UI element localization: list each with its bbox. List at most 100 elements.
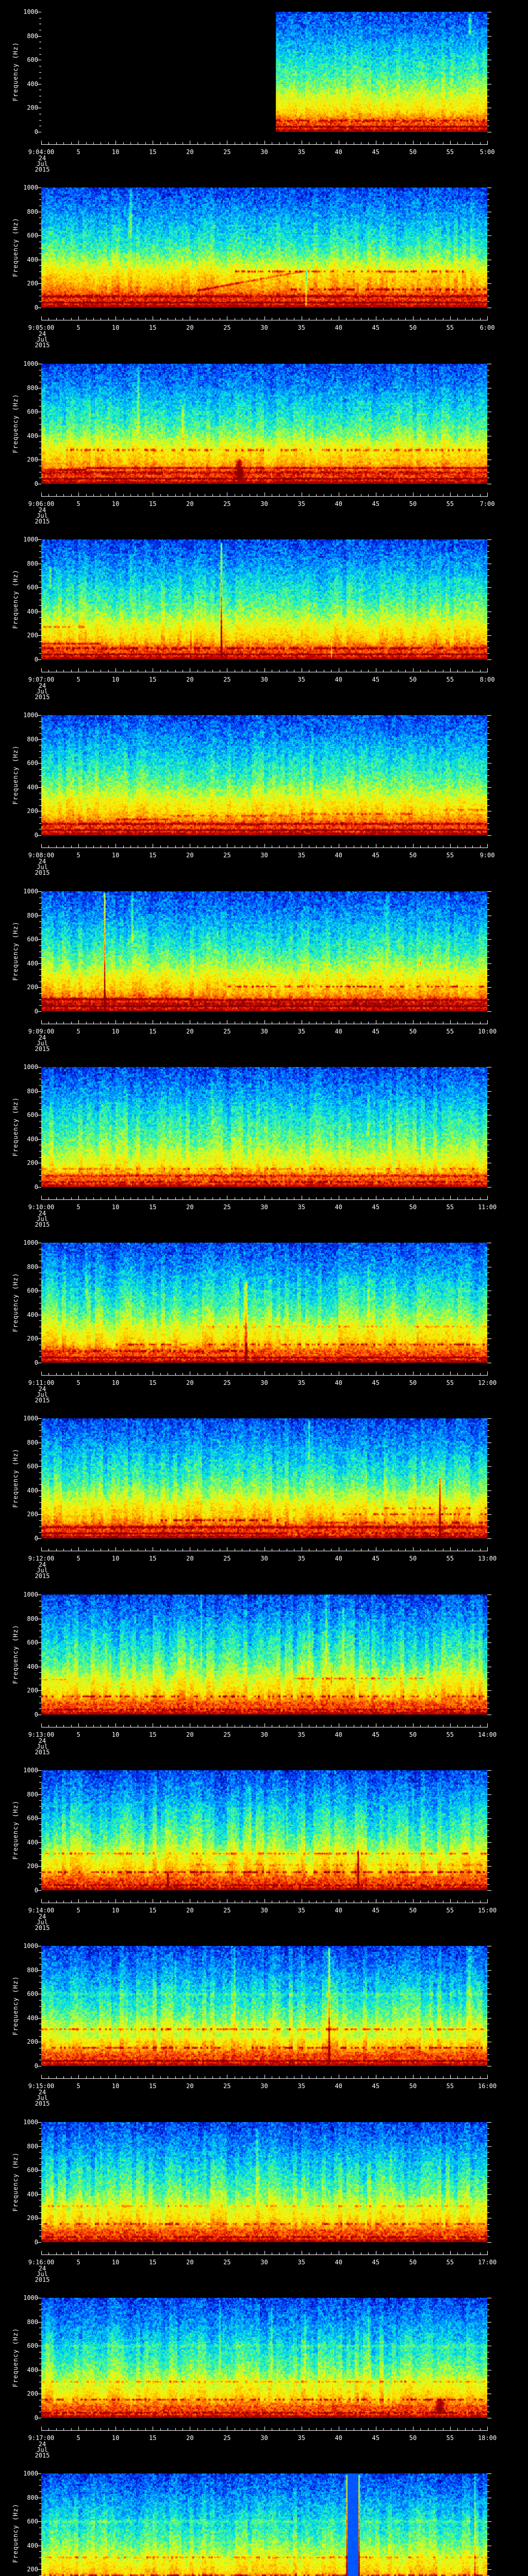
y-axis-tick-label: 200 — [27, 807, 38, 815]
x-axis-minute-label: 45 — [372, 676, 380, 683]
x-axis-minute-label: 30 — [260, 500, 268, 507]
x-axis-minor-tick — [383, 1022, 384, 1024]
x-axis-minute-label: 20 — [186, 324, 194, 331]
y-axis-tick-label: 1000 — [23, 1942, 38, 1950]
y-axis-title: Frequency (Hz) — [12, 2503, 19, 2563]
y-axis-minor-tick — [39, 1848, 41, 1849]
x-axis-minor-tick — [86, 494, 87, 496]
y-axis-tick-label: 0 — [34, 832, 38, 839]
y-axis-minor-tick — [487, 1672, 489, 1673]
x-axis-minor-tick — [197, 845, 198, 848]
x-axis-major-tick — [487, 2427, 488, 2430]
y-axis-tick-label: 400 — [27, 1486, 38, 1494]
y-axis-minor-tick — [487, 909, 489, 910]
date-year-label: 2015 — [35, 2100, 50, 2107]
x-axis-major-tick — [41, 493, 42, 496]
x-axis-major-tick — [78, 2427, 79, 2430]
x-axis-minute-label: 50 — [409, 148, 417, 156]
y-axis-minor-tick — [487, 1454, 489, 1455]
x-axis-minor-tick — [435, 845, 436, 848]
y-axis-tick-label: 1000 — [23, 888, 38, 895]
x-axis-minor-tick — [71, 1901, 72, 1903]
x-axis-minor-tick — [435, 2428, 436, 2430]
y-axis-tick-label: 600 — [27, 408, 38, 416]
y-axis-minor-tick — [487, 1806, 489, 1807]
y-axis-minor-tick — [487, 301, 489, 302]
y-axis-minor-tick — [39, 2000, 41, 2001]
x-axis-minor-tick — [108, 1901, 109, 1903]
x-axis-minor-tick — [145, 1725, 146, 1727]
x-axis-minor-tick — [108, 1549, 109, 1551]
x-axis-minor-tick — [56, 1725, 57, 1727]
x-axis-major-tick — [487, 141, 488, 144]
y-axis-tick-label: 400 — [27, 256, 38, 263]
y-axis-minor-tick — [487, 2503, 489, 2504]
x-axis-major-tick — [487, 1723, 488, 1727]
x-axis-minor-tick — [63, 2252, 64, 2255]
y-axis-minor-tick — [487, 799, 489, 800]
x-axis-minute-label: 25 — [223, 2082, 231, 2090]
y-axis-minor-tick — [39, 1320, 41, 1321]
x-axis-minor-tick — [56, 2076, 57, 2078]
y-axis-major-tick — [487, 2569, 491, 2570]
x-axis-minor-tick — [480, 1725, 481, 1727]
x-axis-major-tick — [487, 1020, 488, 1024]
spectrogram-canvas — [41, 1595, 487, 1715]
x-axis-minor-tick — [331, 1373, 332, 1375]
spectrogram-canvas — [41, 12, 487, 132]
x-axis-minute-label: 10 — [111, 1731, 120, 1738]
x-axis-minor-tick — [368, 142, 369, 144]
y-axis-minor-tick — [39, 1812, 41, 1813]
x-axis-minute-label: 10 — [111, 676, 120, 683]
x-axis-minor-tick — [472, 1901, 473, 1903]
x-axis-minor-tick — [123, 2076, 124, 2078]
y-axis-major-tick — [487, 1187, 491, 1188]
x-axis-minor-tick — [331, 1725, 332, 1727]
x-axis-major-tick — [413, 668, 414, 672]
y-axis-minor-tick — [39, 1806, 41, 1807]
x-axis-minor-tick — [212, 494, 213, 496]
x-axis-major-tick — [78, 1547, 79, 1551]
y-axis-minor-tick — [487, 975, 489, 976]
y-axis-tick-label: 0 — [34, 1183, 38, 1191]
x-axis-minute-label: 50 — [409, 1379, 417, 1386]
x-axis-minor-tick — [398, 1197, 399, 1199]
x-axis-minor-tick — [71, 1725, 72, 1727]
x-axis-minute-label: 30 — [260, 1907, 268, 1914]
x-axis-minor-tick — [93, 1197, 94, 1199]
x-axis-minor-tick — [86, 1901, 87, 1903]
y-axis-minor-tick — [39, 301, 41, 302]
y-axis-title: Frequency (Hz) — [12, 42, 19, 101]
x-axis-minor-tick — [160, 1197, 161, 1199]
x-axis-minute-label: 10 — [111, 2082, 120, 2090]
x-axis-minute-label: 25 — [223, 500, 231, 507]
y-axis-minor-tick — [487, 2539, 489, 2540]
x-axis-minor-tick — [398, 2252, 399, 2255]
y-axis-tick-label: 400 — [27, 607, 38, 615]
x-axis-minor-tick — [48, 1901, 49, 1903]
x-axis-minute-label: 55 — [446, 1731, 454, 1738]
spectrogram-canvas — [41, 1946, 487, 2066]
x-axis-minor-tick — [398, 1725, 399, 1727]
x-axis-minor-tick — [480, 2428, 481, 2430]
y-axis-tick-label: 200 — [27, 2214, 38, 2222]
x-axis-minor-tick — [108, 1197, 109, 1199]
x-axis-minute-label: 20 — [186, 676, 194, 683]
x-axis-end-time-label: 16:00 — [477, 2082, 497, 2090]
x-axis-minor-tick — [435, 1022, 436, 1024]
x-axis-minor-tick — [130, 1197, 131, 1199]
x-axis-minor-tick — [197, 670, 198, 672]
y-axis-minor-tick — [487, 2128, 489, 2129]
x-axis-minor-tick — [63, 1549, 64, 1551]
x-axis-minor-tick — [368, 1022, 369, 1024]
x-axis-minor-tick — [457, 318, 458, 320]
x-axis-major-tick — [413, 493, 414, 496]
y-axis-tick-label: 1000 — [23, 2470, 38, 2477]
y-axis-tick-label: 400 — [27, 2541, 38, 2549]
x-axis-minor-tick — [457, 494, 458, 496]
x-axis-minor-tick — [398, 1022, 399, 1024]
x-axis-minor-tick — [316, 1373, 317, 1375]
x-axis-minor-tick — [435, 1725, 436, 1727]
x-axis-minor-tick — [93, 2076, 94, 2078]
x-axis-minute-label: 50 — [409, 1555, 417, 1562]
